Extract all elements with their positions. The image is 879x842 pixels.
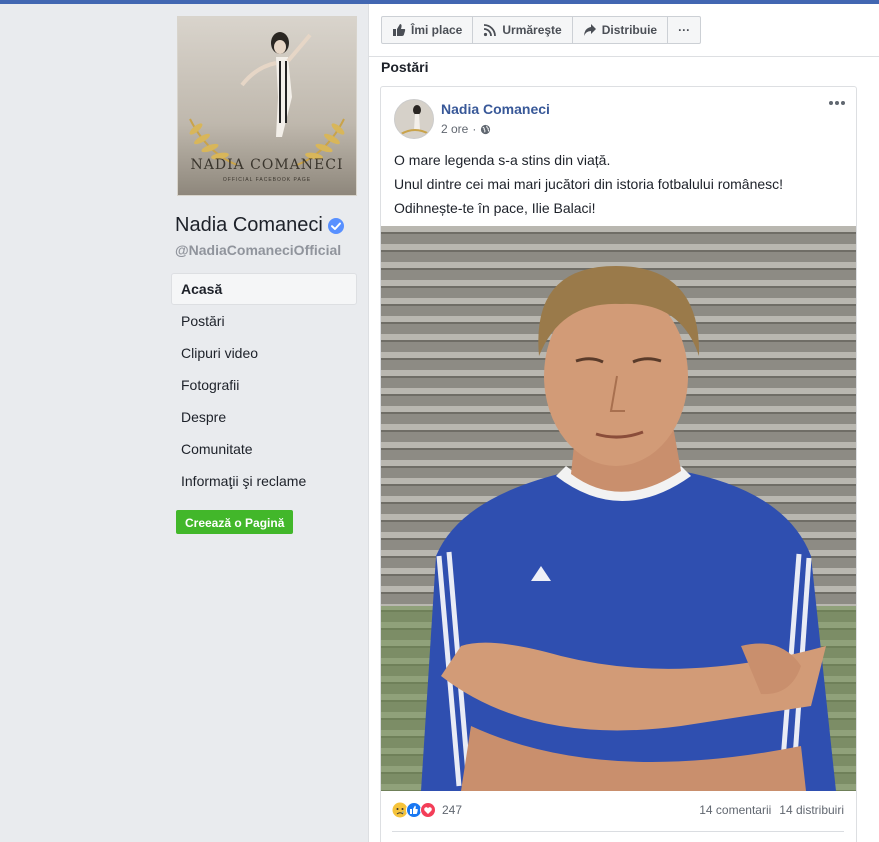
nav-item-home[interactable]: Acasă — [171, 273, 357, 305]
thumbs-up-icon — [393, 24, 406, 36]
post-meta: 2 ore · — [441, 122, 491, 136]
follow-page-label: Urmăreşte — [502, 23, 562, 37]
page-name[interactable]: Nadia Comaneci — [175, 214, 323, 237]
post-options-icon[interactable] — [828, 97, 846, 109]
nav-item-community[interactable]: Comunitate — [171, 433, 357, 465]
post-timestamp[interactable]: 2 ore — [441, 122, 468, 136]
verified-badge-icon — [327, 217, 344, 234]
more-actions-button[interactable]: ··· — [668, 17, 700, 43]
cover-subtitle: OFFICIAL FACEBOOK PAGE — [222, 177, 312, 183]
comments-count-link[interactable]: 14 comentarii — [699, 803, 771, 817]
post-author-avatar[interactable] — [394, 99, 434, 139]
action-bar-divider — [369, 56, 879, 57]
post-footer: 247 14 comentarii 14 distribuiri — [392, 799, 844, 821]
share-page-button[interactable]: Distribuie — [573, 17, 669, 43]
rss-follow-icon — [484, 24, 497, 37]
love-reaction-icon — [420, 802, 436, 818]
nav-item-posts[interactable]: Postări — [171, 305, 357, 337]
like-page-button[interactable]: Îmi place — [382, 17, 474, 43]
footballer-photo-illustration — [381, 226, 856, 791]
post-text-line: O mare legenda s-a stins din viață. — [394, 152, 611, 168]
post-stats: 14 comentarii 14 distribuiri — [699, 803, 844, 817]
avatar-illustration — [395, 100, 433, 138]
follow-page-button[interactable]: Urmăreşte — [473, 17, 573, 43]
post-author-name[interactable]: Nadia Comaneci — [441, 101, 550, 117]
share-arrow-icon — [583, 24, 596, 36]
nav-item-photos[interactable]: Fotografii — [171, 369, 357, 401]
nav-item-about[interactable]: Despre — [171, 401, 357, 433]
reaction-count: 247 — [442, 803, 463, 817]
create-page-button[interactable]: Creează o Pagină — [176, 510, 294, 534]
post-card: Nadia Comaneci 2 ore · O mare legenda s-… — [380, 86, 857, 842]
main-column: Îmi place Urmăreşte Distribuie ··· Postă… — [368, 4, 879, 842]
like-page-label: Îmi place — [411, 23, 463, 37]
share-page-label: Distribuie — [601, 23, 658, 37]
post-text-line: Odihnește-te în pace, Ilie Balaci! — [394, 200, 596, 216]
page-nav: Acasă Postări Clipuri video Fotografii D… — [171, 273, 357, 497]
reactions-summary[interactable]: 247 — [392, 802, 462, 818]
posts-section-title: Postări — [381, 59, 429, 75]
shares-count-link[interactable]: 14 distribuiri — [779, 803, 844, 817]
globe-icon[interactable] — [480, 124, 491, 135]
page-action-bar: Îmi place Urmăreşte Distribuie ··· — [381, 16, 702, 44]
profile-picture[interactable]: NADIA COMANECI OFFICIAL FACEBOOK PAGE — [177, 16, 357, 196]
page-name-row: Nadia Comaneci — [175, 214, 345, 237]
post-photo[interactable] — [381, 226, 856, 791]
post-footer-divider — [392, 831, 844, 832]
nav-item-info-ads[interactable]: Informaţii şi reclame — [171, 465, 357, 497]
nav-item-videos[interactable]: Clipuri video — [171, 337, 357, 369]
post-text: O mare legenda s-a stins din viață. Unul… — [394, 148, 849, 220]
meta-separator: · — [472, 122, 477, 136]
cover-title: NADIA COMANECI — [190, 157, 344, 173]
post-text-line: Unul dintre cei mai mari jucători din is… — [394, 176, 784, 192]
page-handle[interactable]: @NadiaComaneciOfficial — [175, 242, 341, 258]
